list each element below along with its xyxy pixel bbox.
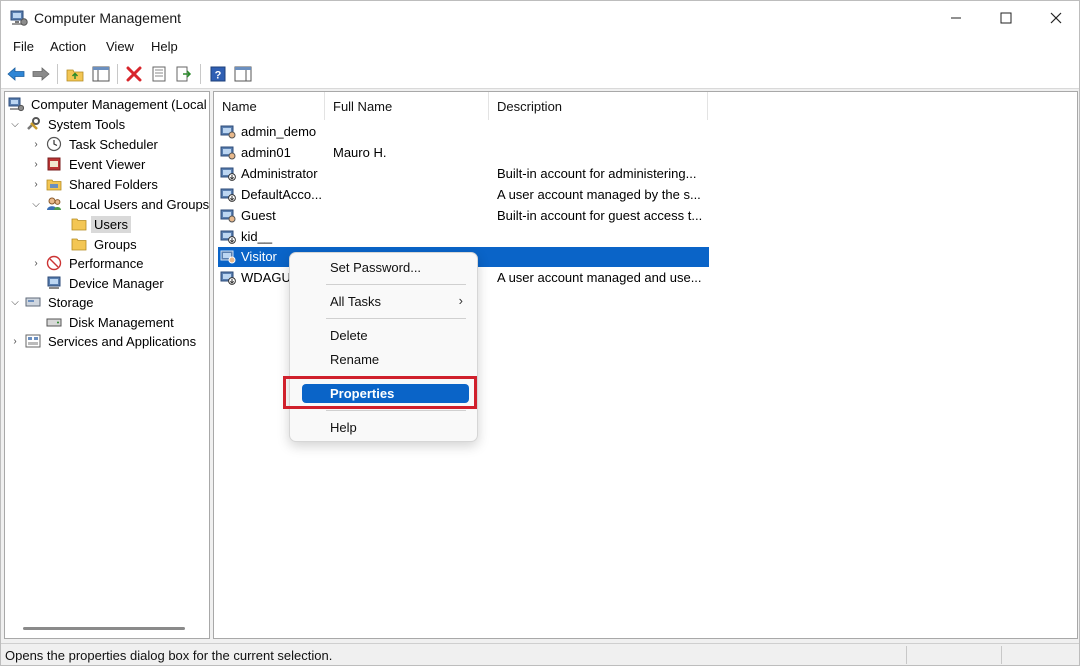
services-icon [25,334,41,348]
tree-item-device-manager[interactable]: Device Manager [42,273,167,293]
tree-item-local-users-groups[interactable]: ⌵ Local Users and Groups [30,194,209,214]
properties-icon [152,66,166,82]
column-header-description[interactable]: Description [489,92,708,120]
menu-item-rename[interactable]: Rename [290,348,477,372]
tree-item-groups[interactable]: Groups [67,234,140,254]
chevron-right-icon[interactable]: › [30,253,42,273]
horizontal-scrollbar[interactable] [23,627,185,630]
system-tools-icon [27,117,40,130]
tree-item-performance[interactable]: › Performance [30,253,146,273]
event-viewer-icon [47,157,61,171]
tree-item-event-viewer[interactable]: › Event Viewer [30,154,148,174]
chevron-down-icon[interactable]: ⌵ [9,292,21,312]
menu-item-all-tasks[interactable]: All Tasks › [290,290,477,314]
delete-toolbar-button[interactable] [123,63,145,85]
show-action-pane-button[interactable] [232,63,254,85]
computer-management-icon [8,97,24,112]
export-icon [176,66,192,82]
context-menu: Set Password... All Tasks › Delete Renam… [289,252,478,442]
performance-icon [46,255,62,271]
menu-item-delete[interactable]: Delete [290,324,477,348]
device-manager-icon [47,276,61,289]
table-row[interactable]: Administrator Built-in account for admin… [218,164,709,184]
tree-item-shared-folders[interactable]: › Shared Folders [30,174,161,194]
menu-file[interactable]: File [13,39,34,54]
menu-help[interactable]: Help [151,39,178,54]
close-button[interactable] [1031,1,1080,35]
tree-item-users[interactable]: Users [67,214,131,234]
menu-item-set-password[interactable]: Set Password... [290,256,477,280]
toolbar: ? [1,59,1079,89]
chevron-right-icon: › [458,293,463,308]
console-tree[interactable]: Computer Management (Local ⌵ System Tool… [4,91,210,639]
shared-folder-icon [46,179,62,191]
table-row[interactable]: admin01 Mauro H. [218,143,709,163]
chevron-right-icon[interactable]: › [30,174,42,194]
minimize-icon [951,17,961,19]
action-pane-icon [234,66,252,82]
tree-item-root[interactable]: Computer Management (Local [5,94,209,114]
table-row[interactable]: Guest Built-in account for guest access … [218,206,709,226]
disabled-user-icon [220,271,236,285]
title-bar: Computer Management [1,1,1079,35]
status-bar: Opens the properties dialog box for the … [1,643,1079,665]
export-list-button[interactable] [173,63,195,85]
clock-icon [46,136,62,152]
table-row[interactable]: DefaultAcco... A user account managed by… [218,185,709,205]
computer-management-window: Computer Management File Action View Hel… [0,0,1080,666]
back-button[interactable] [5,63,27,85]
tree-item-system-tools[interactable]: ⌵ System Tools [9,114,128,134]
chevron-right-icon[interactable]: › [9,331,21,351]
minimize-button[interactable] [931,1,981,35]
forward-button[interactable] [30,63,52,85]
user-icon [220,146,236,160]
delete-x-icon [126,66,142,82]
disk-management-icon [46,318,62,327]
folder-up-icon [66,69,84,82]
folder-icon [71,218,87,231]
maximize-button[interactable] [981,1,1031,35]
user-icon [220,209,236,223]
chevron-down-icon[interactable]: ⌵ [30,194,42,214]
help-icon: ? [210,66,226,82]
console-tree-icon [92,66,110,82]
up-level-button[interactable] [64,63,86,85]
table-row[interactable]: kid__ [218,227,709,247]
back-arrow-icon [7,67,25,81]
folder-icon [71,238,87,251]
chevron-down-icon[interactable]: ⌵ [9,114,21,134]
disabled-user-icon [220,188,236,202]
computer-management-icon [10,10,28,26]
disabled-user-icon [220,167,236,181]
properties-toolbar-button[interactable] [148,63,170,85]
column-header-full-name[interactable]: Full Name [325,92,489,120]
storage-icon [25,297,41,307]
tree-item-services-apps[interactable]: › Services and Applications [9,331,199,351]
user-icon [220,250,236,264]
chevron-right-icon[interactable]: › [30,154,42,174]
tree-item-task-scheduler[interactable]: › Task Scheduler [30,134,161,154]
tree-item-storage[interactable]: ⌵ Storage [9,292,97,312]
help-toolbar-button[interactable]: ? [207,63,229,85]
menu-view[interactable]: View [106,39,134,54]
close-icon [1050,12,1062,24]
table-row[interactable]: admin_demo [218,122,709,142]
show-hide-console-tree-button[interactable] [90,63,112,85]
svg-text:?: ? [215,70,222,82]
disabled-user-icon [220,230,236,244]
user-icon [220,125,236,139]
menu-bar: File Action View Help [1,35,1079,59]
chevron-right-icon[interactable]: › [30,134,42,154]
menu-action[interactable]: Action [50,39,86,54]
window-title: Computer Management [34,10,182,26]
users-group-icon [47,197,61,210]
status-text: Opens the properties dialog box for the … [5,648,333,663]
column-header-name[interactable]: Name [214,92,325,120]
maximize-icon [1000,12,1012,24]
menu-item-help[interactable]: Help [290,416,477,440]
annotation-highlight-box [283,376,477,409]
forward-arrow-icon [32,67,50,81]
tree-item-disk-management[interactable]: Disk Management [42,312,177,332]
